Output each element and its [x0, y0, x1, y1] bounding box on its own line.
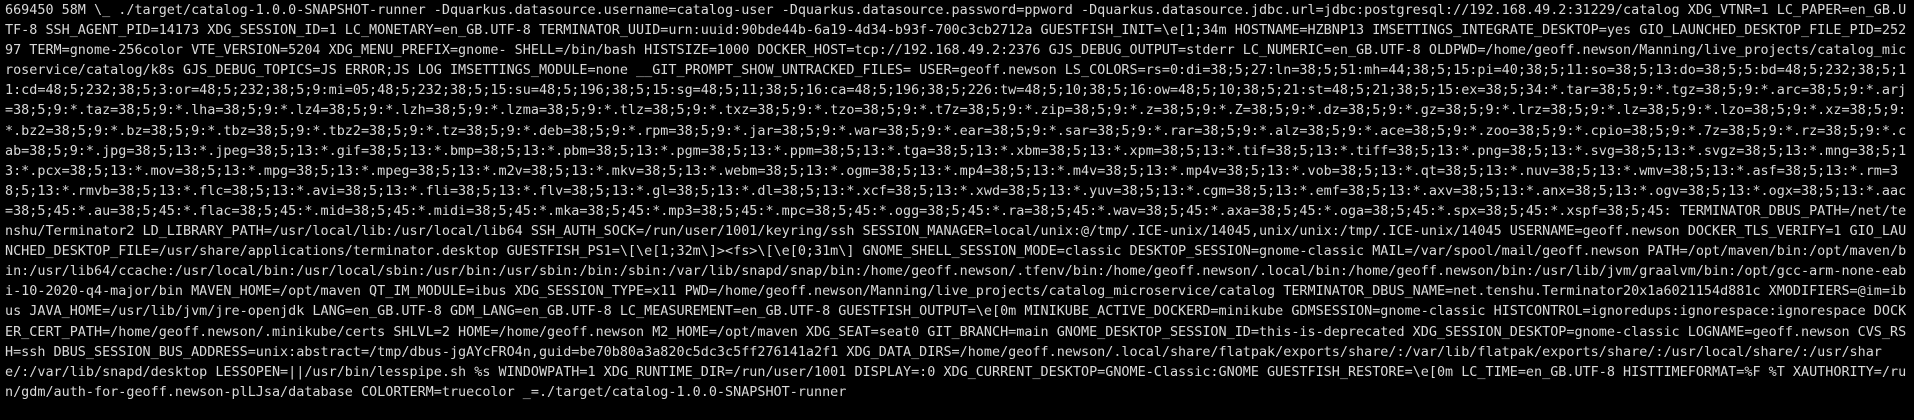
process-environment-output[interactable]: 669450 58M \_ ./target/catalog-1.0.0-SNA…: [5, 1, 1907, 403]
terminal-window[interactable]: 669450 58M \_ ./target/catalog-1.0.0-SNA…: [0, 0, 1914, 420]
terminal-scrollbar[interactable]: [1908, 0, 1914, 420]
